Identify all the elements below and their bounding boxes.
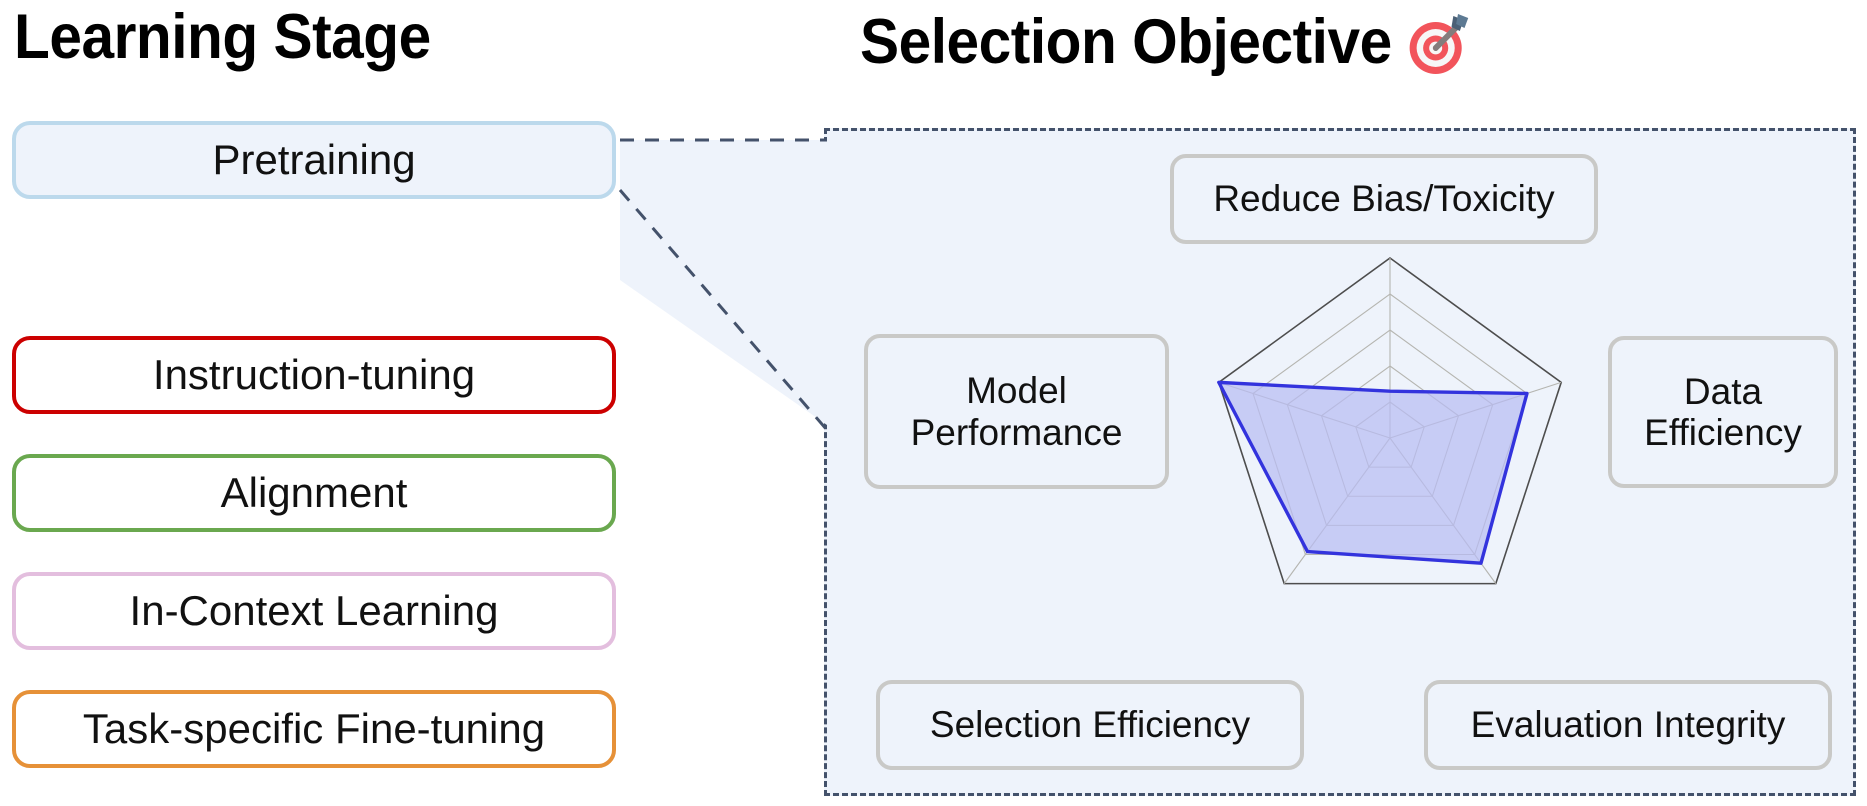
title-right-text: Selection Objective	[860, 6, 1392, 77]
radar-chart-svg	[1217, 257, 1563, 585]
objective-label-text: Data Efficiency	[1644, 371, 1802, 454]
page-title-selection-objective: Selection Objective	[860, 6, 1472, 78]
sidebar-item-task-specific-fine-tuning[interactable]: Task-specific Fine-tuning	[12, 690, 616, 768]
stage-label: Task-specific Fine-tuning	[82, 705, 546, 752]
stage-label: Pretraining	[212, 136, 416, 183]
sidebar-item-in-context-learning[interactable]: In-Context Learning	[12, 572, 616, 650]
stage-label: Alignment	[220, 469, 408, 516]
sidebar-item-alignment[interactable]: Alignment	[12, 454, 616, 532]
objective-label-reduce-bias-toxicity[interactable]: Reduce Bias/Toxicity	[1170, 154, 1598, 244]
radar-series-pretraining	[1217, 380, 1529, 565]
objective-label-text: Evaluation Integrity	[1470, 704, 1786, 746]
objective-label-line-2: Efficiency	[1644, 412, 1802, 453]
objective-label-text: Selection Efficiency	[929, 704, 1251, 746]
sidebar-item-pretraining[interactable]: Pretraining	[12, 121, 616, 199]
objective-label-line-1: Data	[1683, 370, 1763, 412]
page-title-learning-stage: Learning Stage	[14, 6, 431, 69]
radar-chart	[1170, 243, 1610, 663]
objective-label-line-1: Model	[966, 370, 1067, 412]
objective-label-evaluation-integrity[interactable]: Evaluation Integrity	[1424, 680, 1832, 770]
objective-label-line-2: Performance	[910, 411, 1123, 453]
stage-label: In-Context Learning	[129, 587, 499, 634]
title-left-text: Learning Stage	[14, 2, 431, 72]
objective-label-data-efficiency[interactable]: Data Efficiency	[1608, 336, 1838, 488]
sidebar-item-instruction-tuning[interactable]: Instruction-tuning	[12, 336, 616, 414]
dart-target-emoji-icon	[1405, 8, 1472, 80]
objective-label-text: Reduce Bias/Toxicity	[1213, 178, 1555, 220]
objective-label-selection-efficiency[interactable]: Selection Efficiency	[876, 680, 1304, 770]
radar-series-polygon-0	[1217, 380, 1529, 565]
objective-label-text: Model Performance	[911, 370, 1123, 453]
stage-label: Instruction-tuning	[152, 351, 476, 398]
objective-label-model-performance[interactable]: Model Performance	[864, 334, 1169, 489]
